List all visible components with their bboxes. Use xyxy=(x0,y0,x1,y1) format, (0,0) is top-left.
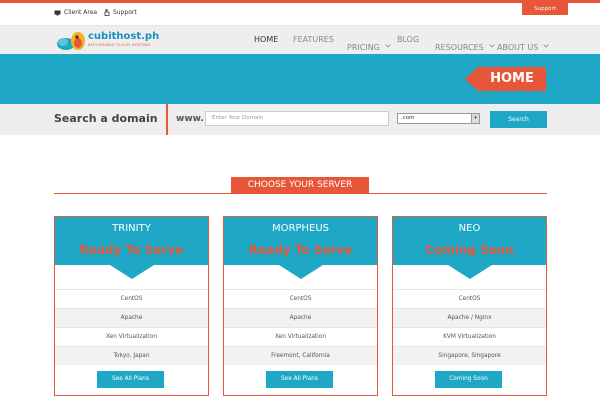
card-header: NEO Coming Soon xyxy=(393,217,546,265)
nav-item-features[interactable]: FEATURES xyxy=(293,35,334,44)
see-all-plans-button[interactable]: See All Plans xyxy=(266,371,333,388)
nav-item-home[interactable]: HOME xyxy=(254,35,278,44)
server-name: MORPHEUS xyxy=(272,223,329,234)
page-title-badge: HOME xyxy=(478,67,546,91)
card-header: TRINITY Ready To Serve xyxy=(55,217,208,265)
feature-os: CentOS xyxy=(393,289,546,308)
server-status: Ready To Serve xyxy=(248,243,353,257)
see-all-plans-button[interactable]: See All Plans xyxy=(97,371,164,388)
feature-virtualization: KVM Virtualization xyxy=(393,327,546,346)
section-title: CHOOSE YOUR SERVER xyxy=(231,177,369,193)
search-button[interactable]: Search xyxy=(490,111,547,128)
nav-item-about-us[interactable]: ABOUT US xyxy=(497,35,550,54)
brand-tagline: AFFORDABLE CLOUD HOSTING xyxy=(88,43,151,47)
server-status: Coming Soon xyxy=(425,243,514,257)
chevron-down-icon xyxy=(385,43,391,48)
card-notch xyxy=(448,265,492,279)
feature-location: Tokyo, Japan xyxy=(55,346,208,365)
section-divider xyxy=(54,193,547,194)
nav-item-about-us-label: ABOUT US xyxy=(497,43,539,52)
card-notch xyxy=(110,265,154,279)
card-notch xyxy=(279,265,323,279)
top-utility-bar: Client Area Support Support xyxy=(0,3,600,25)
server-status: Ready To Serve xyxy=(79,243,184,257)
main-navbar: cubithost.ph AFFORDABLE CLOUD HOSTING HO… xyxy=(0,25,600,54)
support-tab-button[interactable]: Support xyxy=(522,3,568,15)
server-card-morpheus: MORPHEUS Ready To Serve CentOS Apache Xe… xyxy=(223,216,378,396)
search-divider xyxy=(166,104,168,135)
tld-select[interactable]: .com ▾ xyxy=(397,113,480,124)
nav-item-resources[interactable]: RESOURCES xyxy=(435,35,495,54)
chevron-down-icon xyxy=(543,43,550,48)
feature-webserver: Apache xyxy=(224,308,377,327)
feature-virtualization: Xen Virtualization xyxy=(224,327,377,346)
feature-webserver: Apache / Nginx xyxy=(393,308,546,327)
domain-input[interactable]: Enter Your Domain xyxy=(205,111,389,126)
client-area-link[interactable]: Client Area xyxy=(54,9,97,16)
feature-webserver: Apache xyxy=(55,308,208,327)
support-hand-icon xyxy=(104,9,110,16)
domain-search-title: Search a domain xyxy=(54,112,158,125)
support-label: Support xyxy=(113,9,137,16)
server-card-neo: NEO Coming Soon CentOS Apache / Nginx KV… xyxy=(392,216,547,396)
server-name: NEO xyxy=(458,223,481,234)
cloud-egg-logo-icon xyxy=(57,32,85,50)
server-name: TRINITY xyxy=(112,223,151,234)
server-card-trinity: TRINITY Ready To Serve CentOS Apache Xen… xyxy=(54,216,209,396)
hero-banner: HOME xyxy=(0,54,600,104)
domain-search-bar: Search a domain www. Enter Your Domain .… xyxy=(0,104,600,135)
www-prefix: www. xyxy=(176,114,204,124)
brand-logo[interactable]: cubithost.ph AFFORDABLE CLOUD HOSTING xyxy=(56,30,160,52)
nav-item-resources-label: RESOURCES xyxy=(435,43,484,52)
brand-name: cubithost.ph xyxy=(88,31,160,42)
nav-item-pricing[interactable]: PRICING xyxy=(347,35,391,54)
nav-item-pricing-label: PRICING xyxy=(347,43,380,52)
card-header: MORPHEUS Ready To Serve xyxy=(224,217,377,265)
dropdown-arrow-icon: ▾ xyxy=(471,114,479,123)
feature-location: Freemont, California xyxy=(224,346,377,365)
coming-soon-button[interactable]: Coming Soon xyxy=(435,371,502,388)
feature-os: CentOS xyxy=(55,289,208,308)
client-area-label: Client Area xyxy=(64,9,98,16)
tld-selected-value: .com xyxy=(401,115,415,121)
feature-os: CentOS xyxy=(224,289,377,308)
home-badge-arrow xyxy=(465,67,478,91)
nav-item-blog[interactable]: BLOG xyxy=(397,35,419,44)
support-link[interactable]: Support xyxy=(104,9,137,16)
monitor-icon xyxy=(54,10,61,15)
feature-location: Singapore, Singapore xyxy=(393,346,546,365)
chevron-down-icon xyxy=(489,43,495,48)
feature-virtualization: Xen Virtualization xyxy=(55,327,208,346)
